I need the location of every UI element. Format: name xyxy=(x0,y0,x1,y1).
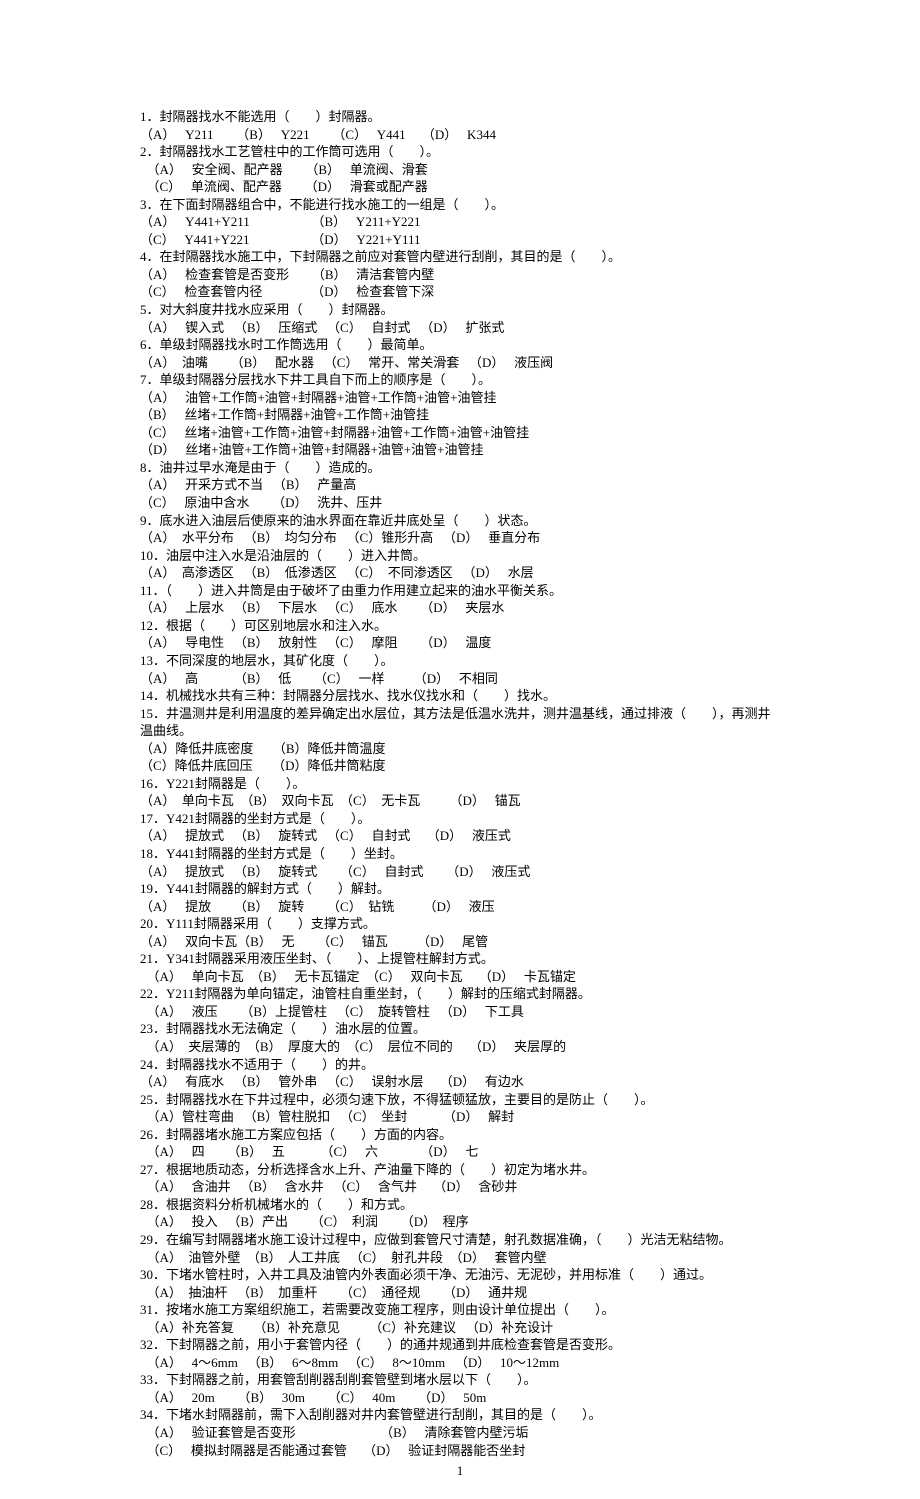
question-options: （A） 提放式 （B） 旋转式 （C） 自封式 （D） 液压式 xyxy=(140,863,780,881)
question-options: （A） 投入 （B）产出 （C） 利润 （D） 程序 xyxy=(140,1213,780,1231)
question-options: （A） Y441+Y211 （B） Y211+Y221 xyxy=(140,213,780,231)
question-stem: 7．单级封隔器分层找水下井工具自下而上的顺序是（ ）。 xyxy=(140,371,780,389)
question-stem: 1．封隔器找水不能选用（ ）封隔器。 xyxy=(140,108,780,126)
question-options: （C） 丝堵+油管+工作筒+油管+封隔器+油管+工作筒+油管+油管挂 xyxy=(140,424,780,442)
question-options: （A） 抽油杆 （B） 加重杆 （C） 通径规 （D） 通井规 xyxy=(140,1284,780,1302)
question-stem: 16．Y221封隔器是（ ）。 xyxy=(140,775,780,793)
question-stem: 28．根据资料分析机械堵水的（ ）和方式。 xyxy=(140,1196,780,1214)
question-options: （D） 丝堵+油管+工作筒+油管+封隔器+油管+油管+油管挂 xyxy=(140,441,780,459)
question-options: （B） 丝堵+工作筒+封隔器+油管+工作筒+油管挂 xyxy=(140,406,780,424)
question-stem: 9．底水进入油层后使原来的油水界面在靠近井底处呈（ ）状态。 xyxy=(140,512,780,530)
exam-page: 1．封隔器找水不能选用（ ）封隔器。（A） Y211 （B） Y221 （C） … xyxy=(0,0,920,1499)
question-stem: 20．Y111封隔器采用（ ）支撑方式。 xyxy=(140,915,780,933)
question-stem: 34．下堵水封隔器前，需下入刮削器对井内套管壁进行刮削，其目的是（ ）。 xyxy=(140,1406,780,1424)
question-options: （A） 锲入式 （B） 压缩式 （C） 自封式 （D） 扩张式 xyxy=(140,319,780,337)
question-stem: 12．根据（ ）可区别地层水和注入水。 xyxy=(140,617,780,635)
question-stem: 6．单级封隔器找水时工作筒选用（ ）最简单。 xyxy=(140,336,780,354)
question-stem: 21．Y341封隔器采用液压坐封、（ ）、上提管柱解封方式。 xyxy=(140,950,780,968)
question-options: （A） 检查套管是否变形 （B） 清洁套管内壁 xyxy=(140,266,780,284)
question-list: 1．封隔器找水不能选用（ ）封隔器。（A） Y211 （B） Y221 （C） … xyxy=(140,108,780,1459)
question-stem: 17．Y421封隔器的坐封方式是（ ）。 xyxy=(140,810,780,828)
question-options: （A）管柱弯曲 （B）管柱脱扣 （C） 坐封 （D） 解封 xyxy=(140,1108,780,1126)
question-options: （A） 导电性 （B） 放射性 （C） 摩阻 （D） 温度 xyxy=(140,634,780,652)
question-stem: 22．Y211封隔器为单向锚定，油管柱自重坐封，（ ）解封的压缩式封隔器。 xyxy=(140,985,780,1003)
question-options: （A） 验证套管是否变形 （B） 清除套管内壁污垢 xyxy=(140,1424,780,1442)
question-options: （C）降低井底回压 （D）降低井筒粘度 xyxy=(140,757,780,775)
question-stem: 3．在下面封隔器组合中，不能进行找水施工的一组是（ ）。 xyxy=(140,196,780,214)
question-options: （A） 20m （B） 30m （C） 40m （D） 50m xyxy=(140,1389,780,1407)
question-options: （C） 原油中含水 （D） 洗井、压井 xyxy=(140,494,780,512)
question-stem: 30．下堵水管柱时，入井工具及油管内外表面必须干净、无油污、无泥砂，并用标准（ … xyxy=(140,1266,780,1284)
question-options: （C） 模拟封隔器是否能通过套管 （D） 验证封隔器能否坐封 xyxy=(140,1442,780,1460)
question-options: （A） 油管+工作筒+油管+封隔器+油管+工作筒+油管+油管挂 xyxy=(140,389,780,407)
question-options: （A） 单向卡瓦 （B） 双向卡瓦 （C） 无卡瓦 （D） 锚瓦 xyxy=(140,792,780,810)
question-options: （A） 上层水 （B） 下层水 （C） 底水 （D） 夹层水 xyxy=(140,599,780,617)
question-stem: 26．封隔器堵水施工方案应包括（ ）方面的内容。 xyxy=(140,1126,780,1144)
question-stem: 23．封隔器找水无法确定（ ）油水层的位置。 xyxy=(140,1020,780,1038)
question-stem: 27．根据地质动态，分析选择含水上升、产油量下降的（ ）初定为堵水井。 xyxy=(140,1161,780,1179)
question-options: （A） 有底水 （B） 管外串 （C） 误射水层 （D） 有边水 xyxy=(140,1073,780,1091)
question-options: （C） Y441+Y221 （D） Y221+Y111 xyxy=(140,231,780,249)
question-stem: 15．井温测井是利用温度的差异确定出水层位，其方法是低温水洗井，测井温基线，通过… xyxy=(140,705,780,740)
question-stem: 11．（ ）进入井筒是由于破坏了由重力作用建立起来的油水平衡关系。 xyxy=(140,582,780,600)
question-options: （A） 四 （B） 五 （C） 六 （D） 七 xyxy=(140,1143,780,1161)
question-stem: 29．在编写封隔器堵水施工设计过程中，应做到套管尺寸清楚，射孔数据准确，（ ）光… xyxy=(140,1231,780,1249)
question-options: （A） 提放式 （B） 旋转式 （C） 自封式 （D） 液压式 xyxy=(140,827,780,845)
question-stem: 13．不同深度的地层水，其矿化度（ ）。 xyxy=(140,652,780,670)
question-options: （A） 油管外壁 （B） 人工井底 （C） 射孔井段 （D） 套管内壁 xyxy=(140,1249,780,1267)
question-stem: 33．下封隔器之前，用套管刮削器刮削套管壁到堵水层以下（ ）。 xyxy=(140,1371,780,1389)
question-options: （A） 含油井 （B） 含水井 （C） 含气井 （D） 含砂井 xyxy=(140,1178,780,1196)
question-options: （A） 水平分布 （B） 均匀分布 （C）锥形升高 （D） 垂直分布 xyxy=(140,529,780,547)
question-stem: 5．对大斜度井找水应采用（ ）封隔器。 xyxy=(140,301,780,319)
question-options: （A） 油嘴 （B） 配水器 （C） 常开、常关滑套 （D） 液压阀 xyxy=(140,354,780,372)
question-options: （A） 安全阀、配产器 （B） 单流阀、滑套 xyxy=(140,161,780,179)
question-options: （A） Y211 （B） Y221 （C） Y441 （D） K344 xyxy=(140,126,780,144)
question-options: （A）补充答复 （B）补充意见 （C）补充建议 （D）补充设计 xyxy=(140,1319,780,1337)
question-options: （A） 开采方式不当 （B） 产量高 xyxy=(140,476,780,494)
question-stem: 25．封隔器找水在下井过程中，必须匀速下放，不得猛顿猛放，主要目的是防止（ ）。 xyxy=(140,1091,780,1109)
question-stem: 4．在封隔器找水施工中，下封隔器之前应对套管内壁进行刮削，其目的是（ ）。 xyxy=(140,248,780,266)
question-options: （C） 单流阀、配产器 （D） 滑套或配产器 xyxy=(140,178,780,196)
question-options: （A） 高 （B） 低 （C） 一样 （D） 不相同 xyxy=(140,670,780,688)
question-options: （C） 检查套管内径 （D） 检查套管下深 xyxy=(140,283,780,301)
question-options: （A） 液压 （B）上提管柱 （C） 旋转管柱 （D） 下工具 xyxy=(140,1003,780,1021)
question-options: （A） 双向卡瓦（B） 无 （C） 锚瓦 （D） 尾管 xyxy=(140,933,780,951)
question-options: （A） 4～6mm （B） 6～8mm （C） 8～10mm （D） 10～12… xyxy=(140,1354,780,1372)
question-options: （A） 高渗透区 （B） 低渗透区 （C） 不同渗透区 （D） 水层 xyxy=(140,564,780,582)
question-options: （A）降低井底密度 （B）降低井筒温度 xyxy=(140,740,780,758)
question-options: （A） 夹层薄的 （B） 厚度大的 （C） 层位不同的 （D） 夹层厚的 xyxy=(140,1038,780,1056)
question-stem: 32．下封隔器之前，用小于套管内径（ ）的通井规通到井底检查套管是否变形。 xyxy=(140,1336,780,1354)
question-options: （A） 提放 （B） 旋转 （C） 钻铣 （D） 液压 xyxy=(140,898,780,916)
question-stem: 19．Y441封隔器的解封方式（ ）解封。 xyxy=(140,880,780,898)
question-options: （A） 单向卡瓦 （B） 无卡瓦锚定 （C） 双向卡瓦 （D） 卡瓦锚定 xyxy=(140,968,780,986)
question-stem: 18．Y441封隔器的坐封方式是（ ）坐封。 xyxy=(140,845,780,863)
page-number: 1 xyxy=(0,1463,920,1479)
question-stem: 10．油层中注入水是沿油层的（ ）进入井筒。 xyxy=(140,547,780,565)
question-stem: 2．封隔器找水工艺管柱中的工作筒可选用（ ）。 xyxy=(140,143,780,161)
question-stem: 14．机械找水共有三种：封隔器分层找水、找水仪找水和（ ）找水。 xyxy=(140,687,780,705)
question-stem: 8．油井过早水淹是由于（ ）造成的。 xyxy=(140,459,780,477)
question-stem: 24．封隔器找水不适用于（ ）的井。 xyxy=(140,1056,780,1074)
question-stem: 31．按堵水施工方案组织施工，若需要改变施工程序，则由设计单位提出（ ）。 xyxy=(140,1301,780,1319)
